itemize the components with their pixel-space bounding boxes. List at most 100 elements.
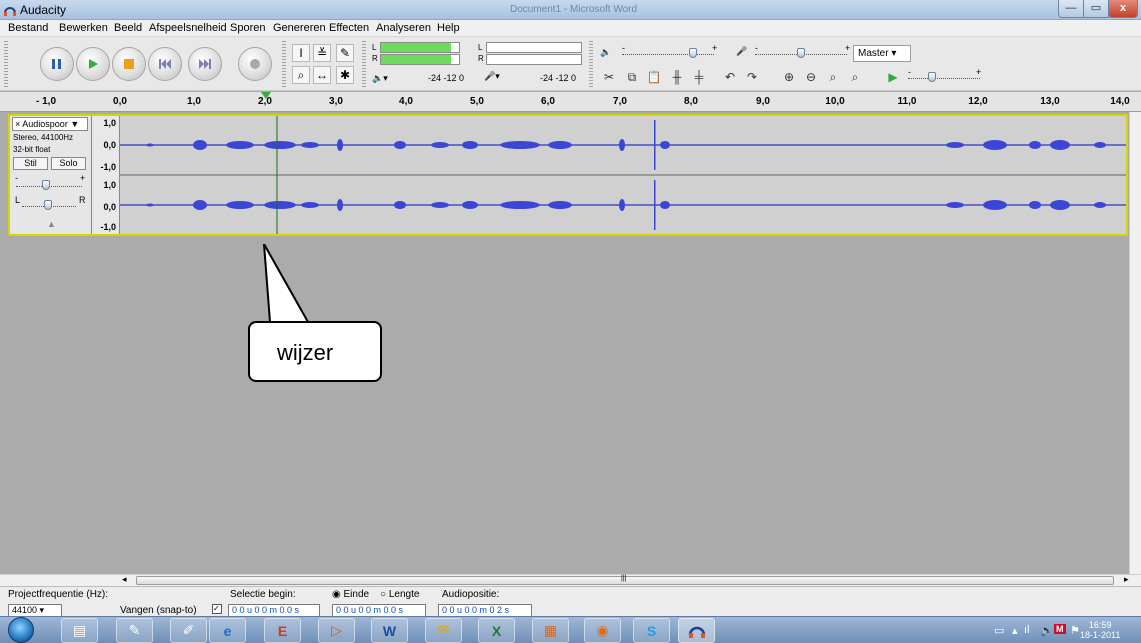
media-player-icon[interactable]: ▷	[318, 618, 355, 643]
output-volume-track[interactable]	[622, 54, 714, 55]
output-volume-thumb[interactable]	[689, 48, 697, 58]
collapse-track-icon[interactable]: ▲	[47, 219, 56, 229]
play-at-speed-icon[interactable]: ▶	[884, 68, 902, 86]
menu-help[interactable]: Help	[437, 22, 460, 34]
record-meter-mic-icon[interactable]: 🎤▾	[484, 71, 500, 82]
gain-slider-thumb[interactable]	[42, 180, 50, 190]
zoom-tool-icon[interactable]: ⌕	[292, 66, 310, 84]
minimize-button[interactable]: —	[1058, 0, 1084, 18]
drawing-app-icon[interactable]: ✐	[170, 618, 207, 643]
tray-flag-icon[interactable]: ⚑	[1070, 624, 1080, 637]
playback-meter-right	[380, 54, 460, 65]
mixer-source-select[interactable]: Master ▾	[853, 45, 911, 62]
tray-network-icon[interactable]: ▭	[994, 624, 1004, 637]
menu-genereren[interactable]: Genereren	[273, 22, 326, 34]
scroll-left-arrow-icon[interactable]: ◂	[122, 574, 127, 585]
timeline-ruler[interactable]: - 1,0 0,0 1,0 2,0 3,0 4,0 5,0 6,0 7,0 8,…	[0, 92, 1141, 112]
skype-icon[interactable]: S	[633, 618, 670, 643]
play-button[interactable]	[76, 47, 110, 81]
audacity-taskbar-icon[interactable]	[678, 618, 715, 643]
envelope-tool-icon[interactable]: ≚	[313, 44, 331, 62]
redo-icon[interactable]: ↷	[743, 68, 761, 86]
menu-bestand[interactable]: Bestand	[8, 22, 48, 34]
project-rate-value: 44100	[12, 605, 38, 615]
stop-button[interactable]	[112, 47, 146, 81]
pause-button[interactable]	[40, 47, 74, 81]
tray-volume-icon[interactable]: 🔈	[1040, 624, 1054, 637]
taskbar-clock[interactable]: 16:59 18-1-2011	[1080, 620, 1120, 640]
menu-beeld[interactable]: Beeld	[114, 22, 142, 34]
mute-button[interactable]: Stil	[13, 157, 48, 170]
callout-pointer	[263, 244, 309, 323]
pan-slider-thumb[interactable]	[44, 200, 52, 210]
menu-sporen[interactable]: Sporen	[230, 22, 265, 34]
tray-expand-icon[interactable]: ▴	[1012, 624, 1018, 637]
menu-bewerken[interactable]: Bewerken	[59, 22, 108, 34]
playback-meter-speaker-icon[interactable]: 🔈▾	[372, 73, 388, 84]
fit-selection-icon[interactable]: ⌕	[824, 68, 842, 86]
vertical-scrollbar[interactable]	[1129, 112, 1141, 574]
draw-tool-icon[interactable]: ✎	[336, 44, 354, 62]
track-area[interactable]: × Audiospoor ▼ Stereo, 44100Hz 32-bit fl…	[0, 112, 1129, 574]
fit-project-icon[interactable]: ⌕	[846, 68, 864, 86]
copy-icon[interactable]: ⧉	[623, 68, 641, 86]
skip-end-icon	[189, 48, 221, 80]
toolbar-grip[interactable]	[282, 41, 286, 87]
track-close-icon[interactable]: ×	[15, 119, 20, 129]
maximize-button[interactable]: ▭	[1083, 0, 1109, 18]
ruler-label: 4,0	[399, 96, 413, 107]
solo-button[interactable]: Solo	[51, 157, 86, 170]
tray-mcafee-icon[interactable]: M	[1054, 624, 1066, 634]
play-speed-thumb[interactable]	[928, 72, 936, 82]
track-name-menu[interactable]: × Audiospoor ▼	[12, 117, 88, 131]
waveform-display[interactable]	[120, 116, 1126, 234]
toolbar-grip[interactable]	[362, 41, 366, 87]
excel-icon[interactable]: X	[478, 618, 515, 643]
skip-to-start-button[interactable]	[148, 47, 182, 81]
play-speed-track[interactable]	[908, 78, 980, 79]
cut-icon[interactable]: ✂	[600, 68, 618, 86]
audio-track[interactable]: × Audiospoor ▼ Stereo, 44100Hz 32-bit fl…	[8, 114, 1128, 236]
explorer-icon[interactable]: ▤	[61, 618, 98, 643]
selection-tool-icon[interactable]: I	[292, 44, 310, 62]
paint-icon[interactable]: ✎	[116, 618, 153, 643]
snap-to-checkbox[interactable]: ✓	[212, 604, 222, 614]
zoom-in-icon[interactable]: ⊕	[780, 68, 798, 86]
input-volume-thumb[interactable]	[797, 48, 805, 58]
app-ec-icon[interactable]: E	[264, 618, 301, 643]
outlook-icon[interactable]: ✉	[425, 618, 462, 643]
menu-effecten[interactable]: Effecten	[329, 22, 369, 34]
play-icon	[77, 48, 109, 80]
app-icon[interactable]: ▦	[532, 618, 569, 643]
horizontal-scroll-thumb[interactable]: |||	[136, 575, 1114, 585]
menu-analyseren[interactable]: Analyseren	[376, 22, 431, 34]
track-format-info: Stereo, 44100Hz	[13, 133, 74, 142]
ruler-label: 7,0	[613, 96, 627, 107]
menu-afspeelsnelheid[interactable]: Afspeelsnelheid	[149, 22, 227, 34]
record-meter-scale: -24 -12 0	[540, 73, 577, 83]
ruler-label: 0,0	[113, 96, 127, 107]
internet-explorer-icon[interactable]: e	[209, 618, 246, 643]
ruler-label: 5,0	[470, 96, 484, 107]
undo-icon[interactable]: ↶	[721, 68, 739, 86]
toolbar-grip[interactable]	[589, 41, 593, 87]
paste-icon[interactable]: 📋	[645, 68, 663, 86]
word-icon[interactable]: W	[371, 618, 408, 643]
zoom-out-icon[interactable]: ⊖	[802, 68, 820, 86]
multi-tool-icon[interactable]: ✱	[336, 66, 354, 84]
trim-icon[interactable]: ╫	[668, 68, 686, 86]
record-button[interactable]	[238, 47, 272, 81]
timeshift-tool-icon[interactable]: ↔	[313, 66, 331, 84]
scroll-right-arrow-icon[interactable]: ▸	[1124, 574, 1129, 585]
start-button[interactable]	[8, 617, 34, 643]
firefox-icon[interactable]: ◉	[584, 618, 621, 643]
horizontal-scrollbar[interactable]: ◂ ||| ▸	[0, 574, 1141, 586]
end-radio[interactable]: ◉ Einde	[332, 589, 369, 600]
skip-to-end-button[interactable]	[188, 47, 222, 81]
toolbar-grip[interactable]	[4, 41, 8, 87]
length-radio[interactable]: ○ Lengte	[380, 589, 419, 600]
close-button[interactable]: x	[1108, 0, 1138, 18]
tray-signal-icon[interactable]: ıl	[1024, 624, 1030, 636]
speed-slider-minus: -	[908, 67, 911, 77]
silence-icon[interactable]: ╪	[690, 68, 708, 86]
